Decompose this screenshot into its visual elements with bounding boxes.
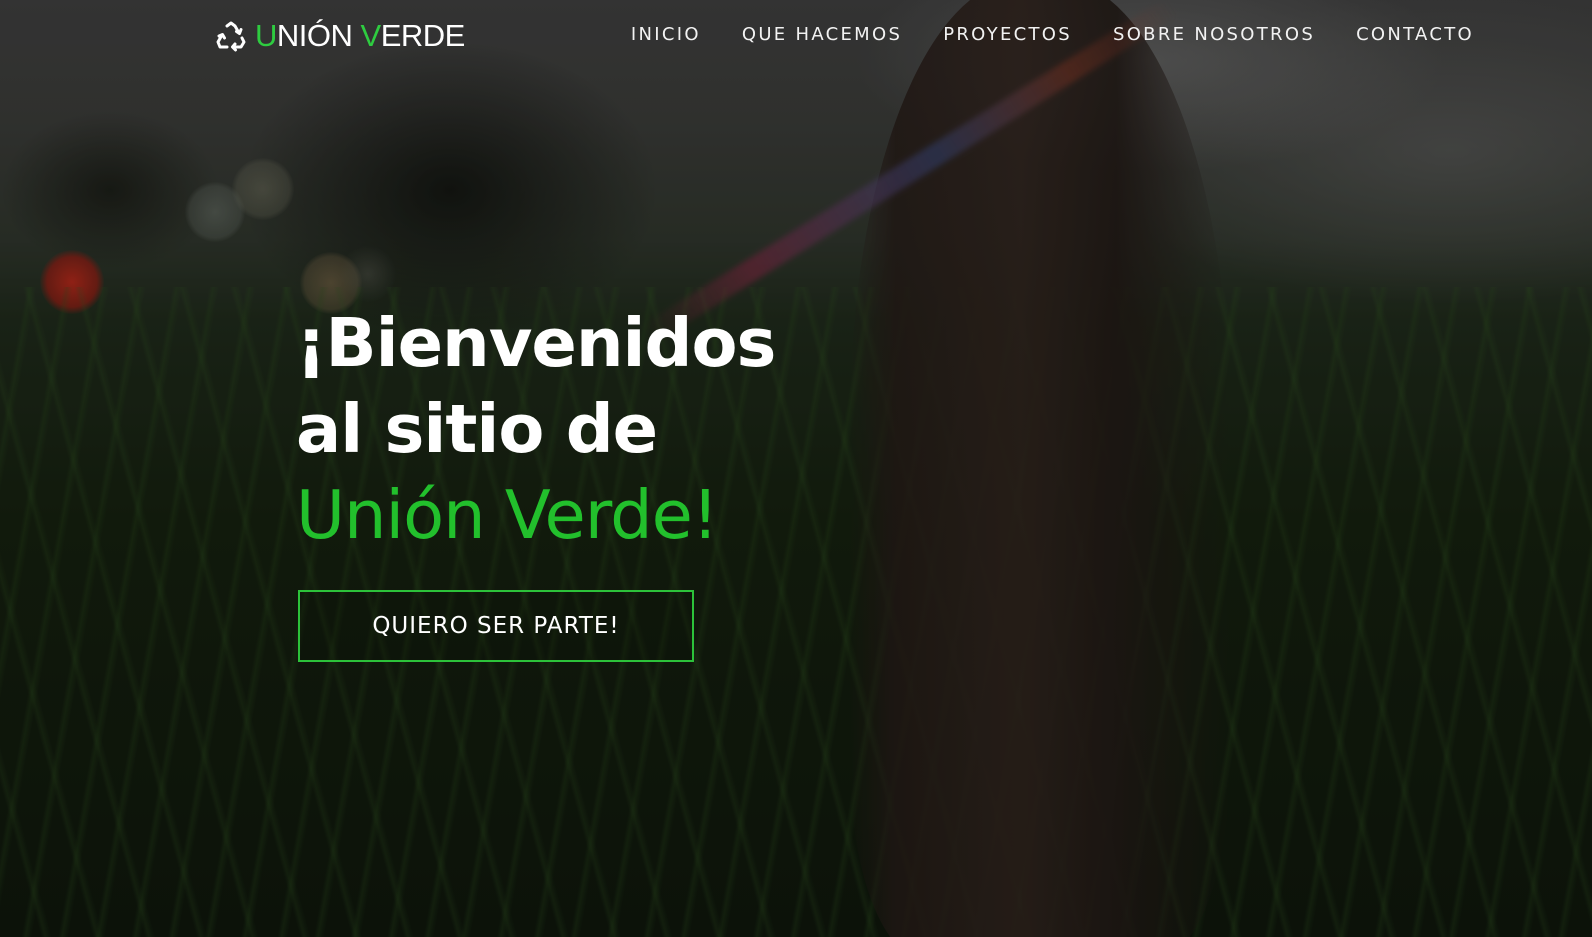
brand-text-nion: NIÓN: [276, 18, 361, 53]
join-button[interactable]: QUIERO SER PARTE!: [298, 590, 694, 662]
hero-headline: ¡Bienvenidos al sitio de Unión Verde!: [296, 300, 776, 558]
brand-letter-v: V: [360, 18, 382, 53]
brand-name: UNIÓN VERDE: [255, 18, 465, 54]
brand-letter-u: U: [255, 18, 277, 53]
hero-section: UNIÓN VERDE INICIO QUE HACEMOS PROYECTOS…: [0, 0, 1592, 937]
brand-text-erde: ERDE: [380, 18, 466, 53]
navbar: UNIÓN VERDE INICIO QUE HACEMOS PROYECTOS…: [0, 0, 1592, 72]
main-nav: INICIO QUE HACEMOS PROYECTOS SOBRE NOSOT…: [590, 24, 1474, 45]
nav-link-que-hacemos[interactable]: QUE HACEMOS: [742, 24, 902, 45]
nav-link-sobre-nosotros[interactable]: SOBRE NOSOTROS: [1113, 24, 1315, 45]
nav-link-proyectos[interactable]: PROYECTOS: [943, 24, 1072, 45]
background-overlay: [0, 0, 1592, 937]
hero-headline-line-2: al sitio de: [296, 390, 658, 468]
hero-headline-line-1: ¡Bienvenidos: [296, 304, 776, 382]
nav-link-contacto[interactable]: CONTACTO: [1356, 24, 1474, 45]
nav-link-inicio[interactable]: INICIO: [631, 24, 701, 45]
recycle-icon: [215, 20, 247, 52]
hero-headline-line-3: Unión Verde!: [296, 476, 719, 554]
brand-logo-link[interactable]: UNIÓN VERDE: [215, 17, 465, 55]
